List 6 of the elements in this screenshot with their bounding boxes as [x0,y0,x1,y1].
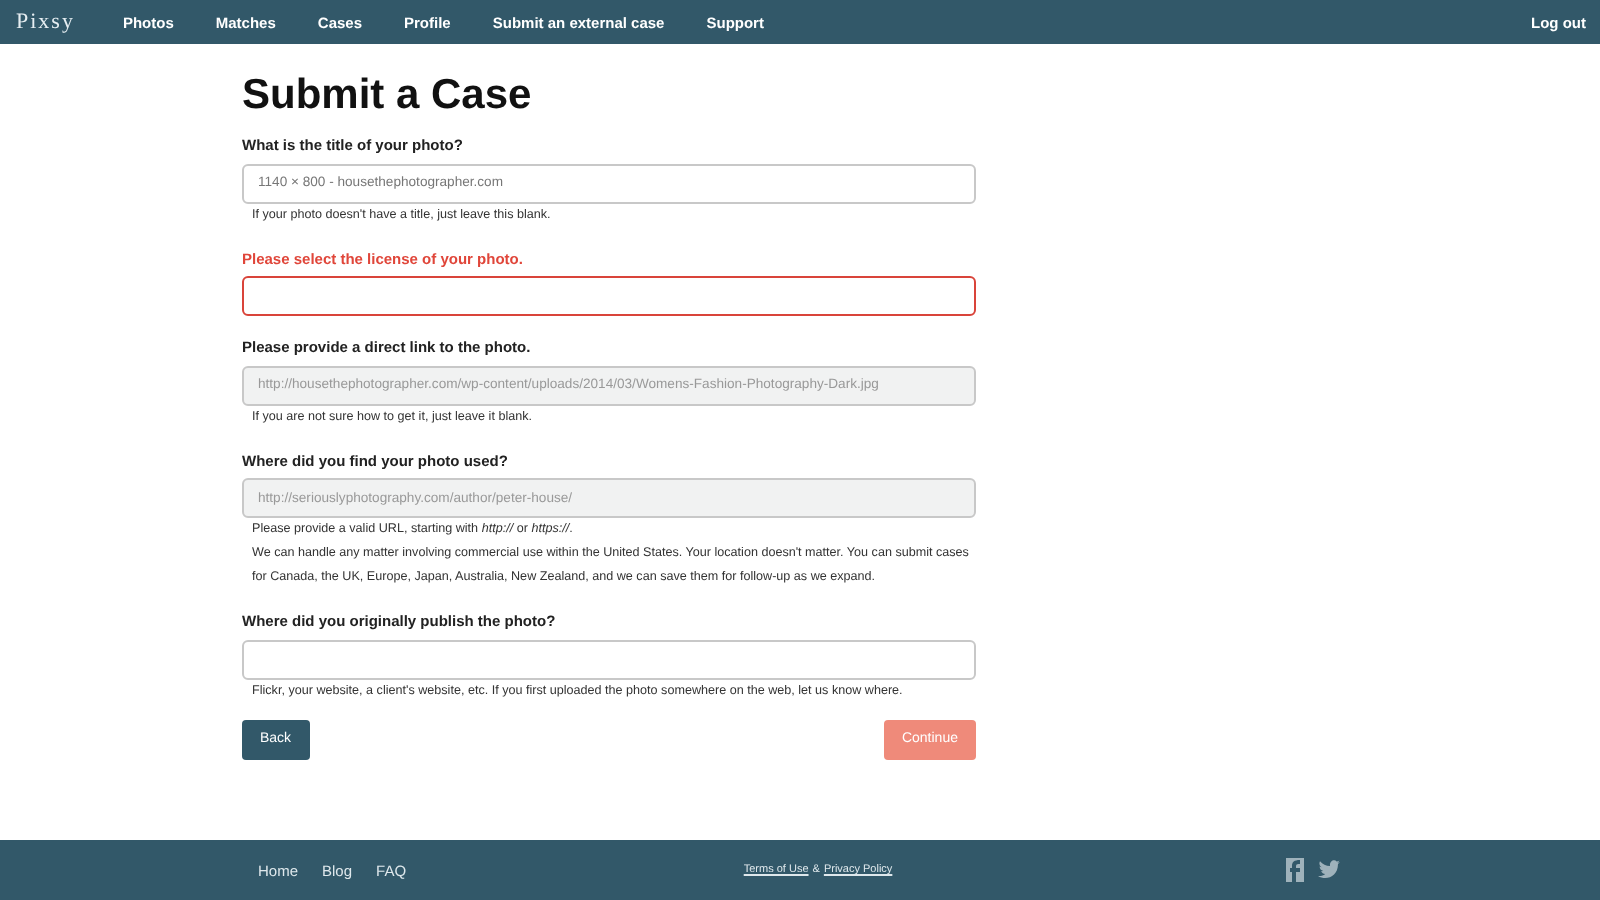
facebook-icon[interactable] [1286,858,1304,882]
input-field[interactable] [242,639,976,679]
input-field[interactable] [242,276,976,316]
twitter-icon[interactable] [1318,858,1340,882]
page-title: Submit a Case [242,70,534,122]
logo[interactable]: Pixsy [16,10,75,34]
